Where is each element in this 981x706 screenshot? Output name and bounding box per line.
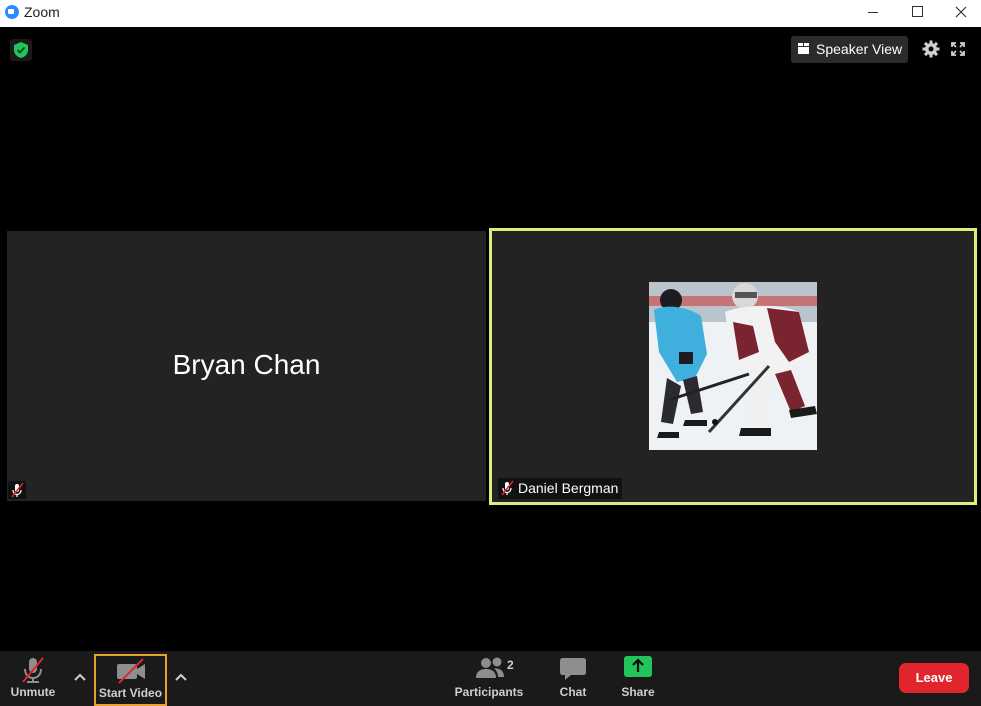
- muted-mic-badge: [498, 479, 516, 497]
- shield-icon: [14, 42, 28, 58]
- share-label: Share: [621, 685, 655, 699]
- meeting-toolbar: Unmute Start Video 2 Participants Chat S…: [0, 651, 981, 706]
- participant-tile-bryan-chan[interactable]: Bryan Chan: [7, 231, 486, 501]
- chat-bubble-icon: [560, 658, 586, 680]
- close-icon: [955, 6, 967, 18]
- unmute-label: Unmute: [10, 685, 56, 699]
- leave-meeting-button[interactable]: Leave: [899, 663, 969, 693]
- audio-options-chevron-up-icon[interactable]: [73, 671, 87, 685]
- zoom-logo-icon: [5, 5, 19, 19]
- participants-icon: [476, 657, 504, 678]
- share-screen-icon: [624, 656, 652, 677]
- hockey-players-photo: [649, 282, 817, 450]
- participant-name-large: Bryan Chan: [172, 349, 321, 380]
- view-layout-icon: [798, 43, 809, 54]
- video-options-chevron-up-icon[interactable]: [174, 671, 188, 685]
- close-button[interactable]: [939, 0, 981, 27]
- muted-mic-badge: [8, 481, 26, 499]
- speaker-view-label: Speaker View: [816, 41, 903, 57]
- encryption-shield-button[interactable]: [10, 39, 32, 61]
- chat-button[interactable]: Chat: [553, 651, 593, 706]
- muted-microphone-icon: [22, 657, 44, 683]
- settings-gear-icon[interactable]: [922, 40, 940, 58]
- title-bar: Zoom: [0, 0, 981, 27]
- minimize-button[interactable]: [851, 0, 895, 27]
- start-video-button[interactable]: Start Video: [94, 654, 167, 706]
- participant-name-tag: Daniel Bergman: [498, 478, 623, 499]
- fullscreen-icon[interactable]: [950, 41, 966, 57]
- participants-label: Participants: [454, 685, 524, 699]
- maximize-button[interactable]: [895, 0, 939, 27]
- chat-label: Chat: [559, 685, 587, 699]
- participants-count-badge: 2: [507, 658, 514, 672]
- participant-tile-daniel-bergman[interactable]: Daniel Bergman: [489, 228, 977, 505]
- participant-name-label: Daniel Bergman: [518, 480, 619, 496]
- participants-button[interactable]: 2 Participants: [452, 651, 526, 706]
- speaker-view-button[interactable]: Speaker View: [791, 36, 908, 63]
- share-screen-button[interactable]: Share: [617, 651, 659, 706]
- video-off-camera-icon: [116, 658, 145, 684]
- start-video-label: Start Video: [98, 686, 163, 700]
- window-title: Zoom: [24, 4, 60, 20]
- profile-photo-avatar: [649, 282, 817, 450]
- unmute-button[interactable]: Unmute: [6, 651, 60, 706]
- muted-mic-icon: [501, 480, 514, 496]
- muted-mic-icon: [11, 482, 24, 498]
